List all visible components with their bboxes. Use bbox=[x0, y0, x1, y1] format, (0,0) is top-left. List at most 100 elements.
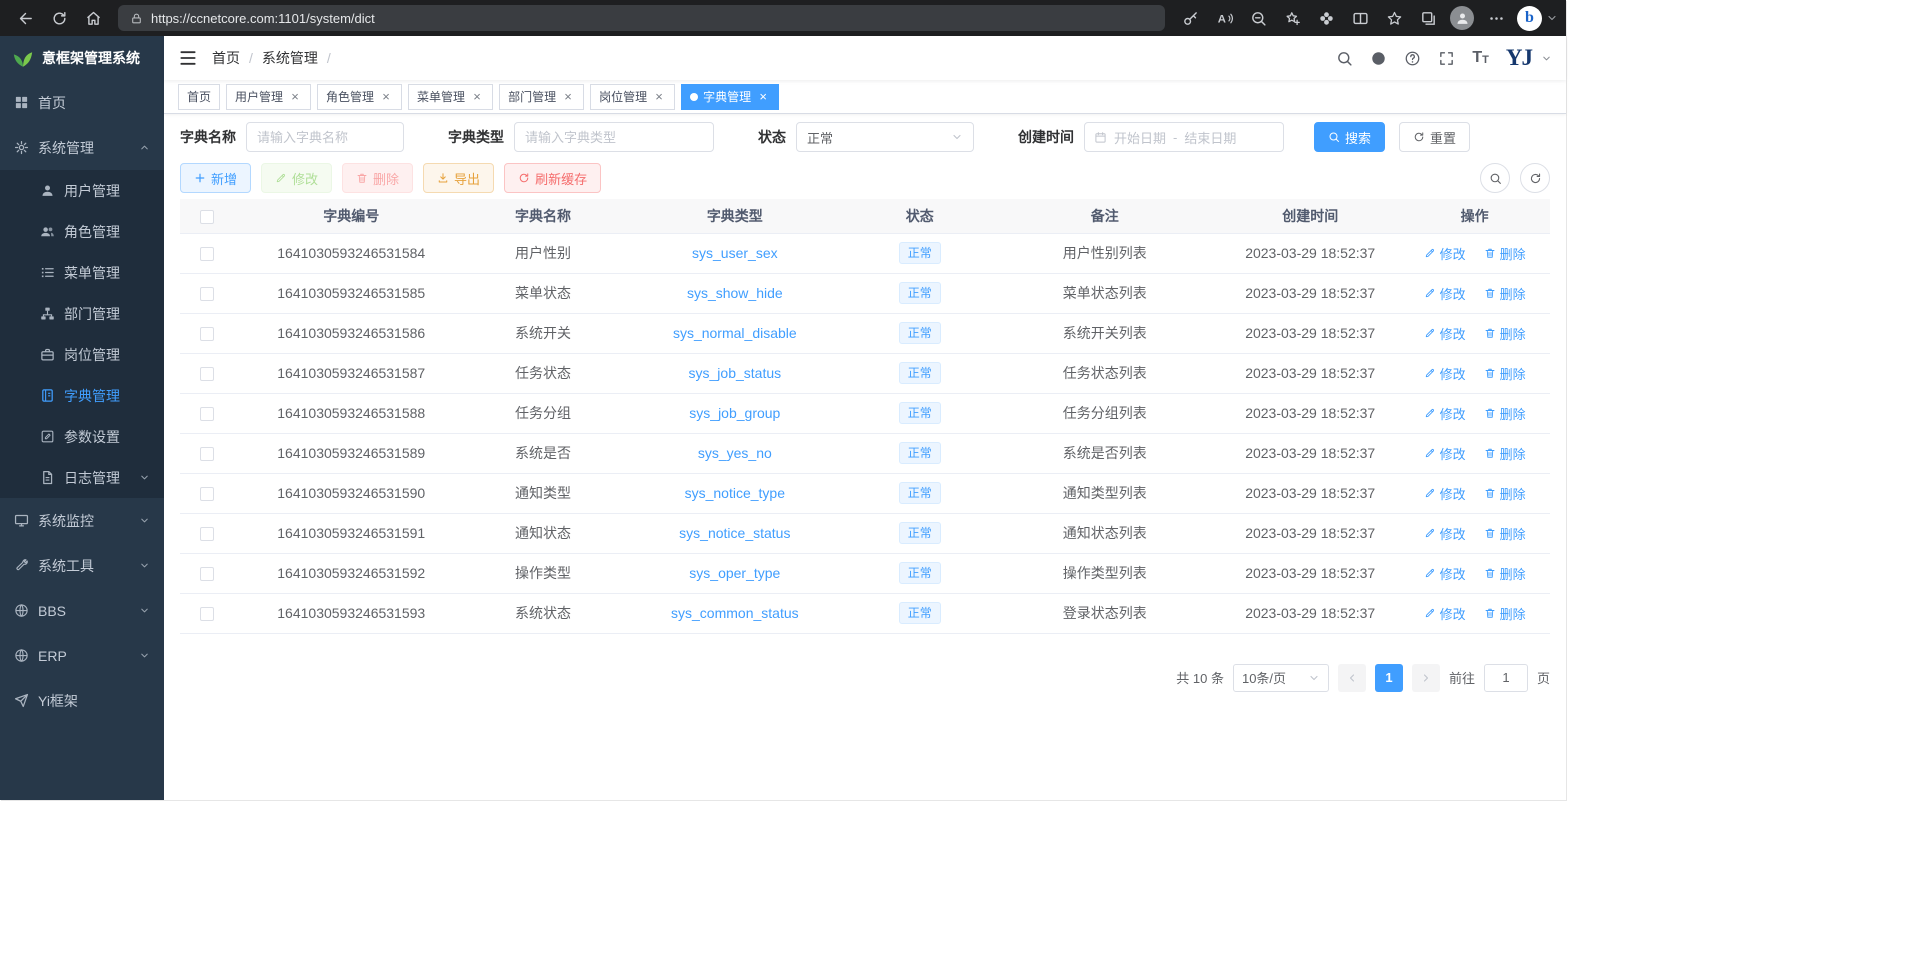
row-checkbox[interactable] bbox=[200, 607, 214, 621]
chevron-down-icon[interactable] bbox=[1546, 12, 1558, 24]
row-checkbox[interactable] bbox=[200, 247, 214, 261]
close-icon[interactable]: × bbox=[756, 89, 770, 104]
row-edit-button[interactable]: 修改 bbox=[1424, 244, 1466, 263]
refresh-cache-button[interactable]: 刷新缓存 bbox=[504, 163, 601, 193]
search-button[interactable]: 搜索 bbox=[1314, 122, 1385, 152]
sidebar-toggle-icon[interactable] bbox=[178, 48, 198, 68]
row-edit-button[interactable]: 修改 bbox=[1424, 324, 1466, 343]
favorites-button[interactable] bbox=[1377, 4, 1411, 32]
table-row[interactable]: 1641030593246531590 通知类型 sys_notice_type… bbox=[180, 473, 1550, 513]
app-logo[interactable]: 意框架管理系统 bbox=[0, 36, 164, 80]
dict-type-link[interactable]: sys_normal_disable bbox=[673, 325, 797, 341]
row-delete-button[interactable]: 删除 bbox=[1484, 484, 1526, 503]
tab-dept-mgmt[interactable]: 部门管理 × bbox=[499, 84, 584, 110]
sidebar-item-param-settings[interactable]: 参数设置 bbox=[0, 416, 164, 457]
table-row[interactable]: 1641030593246531587 任务状态 sys_job_status … bbox=[180, 353, 1550, 393]
row-delete-button[interactable]: 删除 bbox=[1484, 444, 1526, 463]
dict-type-link[interactable]: sys_notice_type bbox=[685, 485, 785, 501]
row-checkbox[interactable] bbox=[200, 367, 214, 381]
table-row[interactable]: 1641030593246531588 任务分组 sys_job_group 正… bbox=[180, 393, 1550, 433]
row-edit-button[interactable]: 修改 bbox=[1424, 284, 1466, 303]
tab-post-mgmt[interactable]: 岗位管理 × bbox=[590, 84, 675, 110]
select-all-checkbox[interactable] bbox=[200, 210, 214, 224]
font-size-icon[interactable]: TT bbox=[1472, 50, 1489, 66]
close-icon[interactable]: × bbox=[470, 89, 484, 104]
date-range-picker[interactable]: 开始日期 - 结束日期 bbox=[1084, 122, 1284, 152]
row-edit-button[interactable]: 修改 bbox=[1424, 404, 1466, 423]
table-row[interactable]: 1641030593246531593 系统状态 sys_common_stat… bbox=[180, 593, 1550, 633]
password-key-button[interactable] bbox=[1173, 4, 1207, 32]
table-row[interactable]: 1641030593246531586 系统开关 sys_normal_disa… bbox=[180, 313, 1550, 353]
dict-type-link[interactable]: sys_oper_type bbox=[689, 565, 780, 581]
table-row[interactable]: 1641030593246531584 用户性别 sys_user_sex 正常… bbox=[180, 233, 1550, 273]
reset-button[interactable]: 重置 bbox=[1399, 122, 1470, 152]
next-page-button[interactable] bbox=[1412, 664, 1440, 692]
row-delete-button[interactable]: 删除 bbox=[1484, 404, 1526, 423]
home-button[interactable] bbox=[76, 4, 110, 32]
row-checkbox[interactable] bbox=[200, 527, 214, 541]
table-row[interactable]: 1641030593246531592 操作类型 sys_oper_type 正… bbox=[180, 553, 1550, 593]
refresh-button[interactable] bbox=[42, 4, 76, 32]
row-delete-button[interactable]: 删除 bbox=[1484, 524, 1526, 543]
add-favorite-button[interactable] bbox=[1275, 4, 1309, 32]
row-edit-button[interactable]: 修改 bbox=[1424, 524, 1466, 543]
dict-type-link[interactable]: sys_common_status bbox=[671, 605, 799, 621]
close-icon[interactable]: × bbox=[561, 89, 575, 104]
github-icon[interactable] bbox=[1370, 50, 1387, 67]
back-button[interactable] bbox=[8, 4, 42, 32]
add-button[interactable]: 新增 bbox=[180, 163, 251, 193]
row-delete-button[interactable]: 删除 bbox=[1484, 324, 1526, 343]
sidebar-item-system-monitor[interactable]: 系统监控 bbox=[0, 498, 164, 543]
page-size-select[interactable]: 10条/页 bbox=[1233, 664, 1329, 692]
split-screen-button[interactable] bbox=[1343, 4, 1377, 32]
row-checkbox[interactable] bbox=[200, 287, 214, 301]
dict-type-link[interactable]: sys_yes_no bbox=[698, 445, 772, 461]
table-row[interactable]: 1641030593246531591 通知状态 sys_notice_stat… bbox=[180, 513, 1550, 553]
sidebar-item-menu-mgmt[interactable]: 菜单管理 bbox=[0, 252, 164, 293]
sidebar-item-role-mgmt[interactable]: 角色管理 bbox=[0, 211, 164, 252]
dict-type-link[interactable]: sys_notice_status bbox=[679, 525, 790, 541]
tab-menu-mgmt[interactable]: 菜单管理 × bbox=[408, 84, 493, 110]
extensions-button[interactable] bbox=[1309, 4, 1343, 32]
breadcrumb-home[interactable]: 首页 bbox=[212, 48, 240, 68]
row-delete-button[interactable]: 删除 bbox=[1484, 284, 1526, 303]
sidebar-item-system-mgmt[interactable]: 系统管理 bbox=[0, 125, 164, 170]
dict-type-link[interactable]: sys_job_status bbox=[689, 365, 782, 381]
table-row[interactable]: 1641030593246531585 菜单状态 sys_show_hide 正… bbox=[180, 273, 1550, 313]
sidebar-item-home[interactable]: 首页 bbox=[0, 80, 164, 125]
read-aloud-button[interactable] bbox=[1207, 4, 1241, 32]
url-text[interactable]: https://ccnetcore.com:1101/system/dict bbox=[151, 11, 375, 26]
row-delete-button[interactable]: 删除 bbox=[1484, 564, 1526, 583]
page-goto-input[interactable] bbox=[1484, 664, 1528, 692]
sidebar-item-erp[interactable]: ERP bbox=[0, 633, 164, 678]
close-icon[interactable]: × bbox=[379, 89, 393, 104]
refresh-table-button[interactable] bbox=[1520, 163, 1550, 193]
sidebar-item-system-tools[interactable]: 系统工具 bbox=[0, 543, 164, 588]
bing-button[interactable]: b bbox=[1517, 6, 1542, 31]
browser-menu-button[interactable] bbox=[1479, 4, 1513, 32]
sidebar-item-bbs[interactable]: BBS bbox=[0, 588, 164, 633]
status-select[interactable]: 正常 bbox=[796, 122, 974, 152]
row-edit-button[interactable]: 修改 bbox=[1424, 604, 1466, 623]
profile-avatar[interactable] bbox=[1450, 6, 1474, 30]
current-page-button[interactable]: 1 bbox=[1375, 664, 1403, 692]
row-checkbox[interactable] bbox=[200, 567, 214, 581]
dict-name-input[interactable] bbox=[246, 122, 404, 152]
export-button[interactable]: 导出 bbox=[423, 163, 494, 193]
help-icon[interactable] bbox=[1404, 50, 1421, 67]
address-bar[interactable]: https://ccnetcore.com:1101/system/dict bbox=[118, 5, 1165, 31]
close-icon[interactable]: × bbox=[652, 89, 666, 104]
tab-dict-mgmt[interactable]: 字典管理 × bbox=[681, 84, 779, 110]
row-checkbox[interactable] bbox=[200, 447, 214, 461]
row-checkbox[interactable] bbox=[200, 487, 214, 501]
sidebar-item-user-mgmt[interactable]: 用户管理 bbox=[0, 170, 164, 211]
row-edit-button[interactable]: 修改 bbox=[1424, 364, 1466, 383]
row-delete-button[interactable]: 删除 bbox=[1484, 244, 1526, 263]
sidebar-item-yi-framework[interactable]: Yi框架 bbox=[0, 678, 164, 723]
delete-button[interactable]: 删除 bbox=[342, 163, 413, 193]
tab-user-mgmt[interactable]: 用户管理 × bbox=[226, 84, 311, 110]
prev-page-button[interactable] bbox=[1338, 664, 1366, 692]
close-icon[interactable]: × bbox=[288, 89, 302, 104]
tab-role-mgmt[interactable]: 角色管理 × bbox=[317, 84, 402, 110]
tab-home[interactable]: 首页 bbox=[178, 84, 220, 110]
